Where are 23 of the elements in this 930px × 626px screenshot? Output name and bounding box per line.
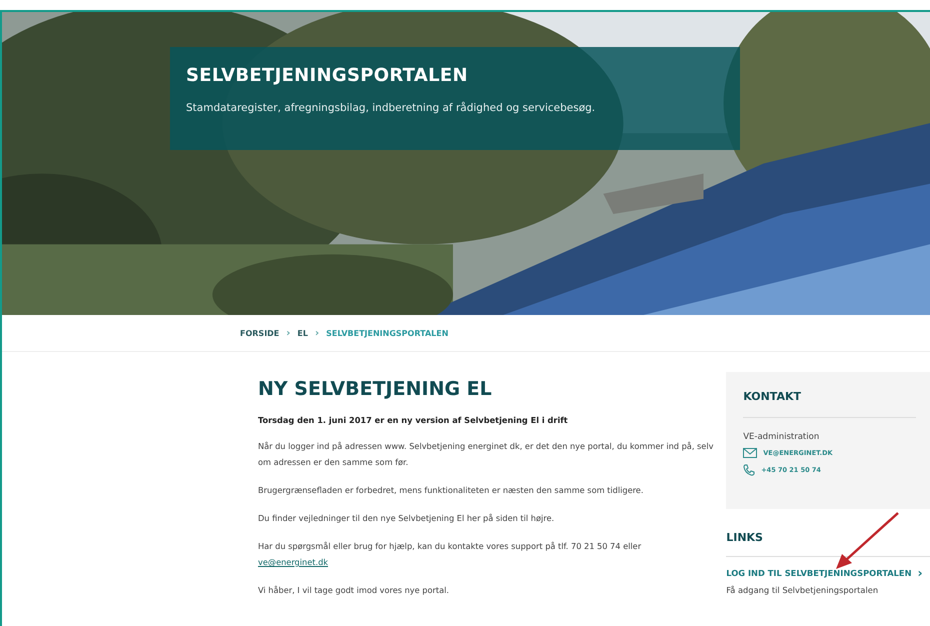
breadcrumb-separator: › — [286, 328, 290, 339]
breadcrumb-link[interactable]: SELVBETJENINGSPORTALEN — [326, 329, 448, 338]
phone-icon — [743, 464, 756, 476]
hero-subtitle: Stamdataregister, afregningsbilag, indberetning af rådighed og servicebesøg. — [186, 102, 596, 114]
portal-login-link[interactable]: LOG IND TIL SELVBETJENINGSPORTALEN — [726, 568, 912, 578]
article-lead: Torsdag den 1. juni 2017 er en ny version af Selvbetjening El i drift — [258, 414, 569, 427]
link-description: Få adgang til Selvbetjeningsportalen — [726, 585, 880, 595]
contact-name: VE-administration — [743, 432, 820, 442]
envelope-icon — [743, 448, 758, 458]
article-paragraph: Brugergrænsefladen er forbedret, mens funktionaliteten er næsten den samme som tidligere. — [258, 484, 644, 497]
contact-title: KONTAKT — [743, 390, 802, 403]
breadcrumb-link[interactable]: EL — [297, 329, 308, 338]
closing-paragraph: Vi håber, I vil tage godt imod vores nye portal. — [258, 584, 450, 597]
hero-title: SELVBETJENINGSPORTALEN — [186, 65, 469, 86]
article-paragraph: Du finder vejledninger til den nye Selvbetjening El her på siden til højre. — [258, 512, 556, 525]
breadcrumb-separator: › — [314, 328, 320, 339]
article-paragraph: Når du logger ind på adressen www. Selvbetjening energinet dk, er det den nye portal, du kommer ind på, selv om adressen er den samme som før. — [258, 440, 714, 469]
support-paragraph: Har du spørgsmål eller brug for hjælp, kan du kontakte vores support på tlf. 70 21 50 74 eller ve@energinet.dk — [258, 540, 642, 569]
breadcrumb-link[interactable]: FORSIDE — [240, 329, 280, 338]
chevron-icon: › — [918, 566, 923, 580]
email-link[interactable]: ve@energinet.dk — [258, 557, 328, 567]
links-title: LINKS — [726, 531, 764, 544]
article-heading: NY SELVBETJENING EL — [258, 378, 493, 400]
